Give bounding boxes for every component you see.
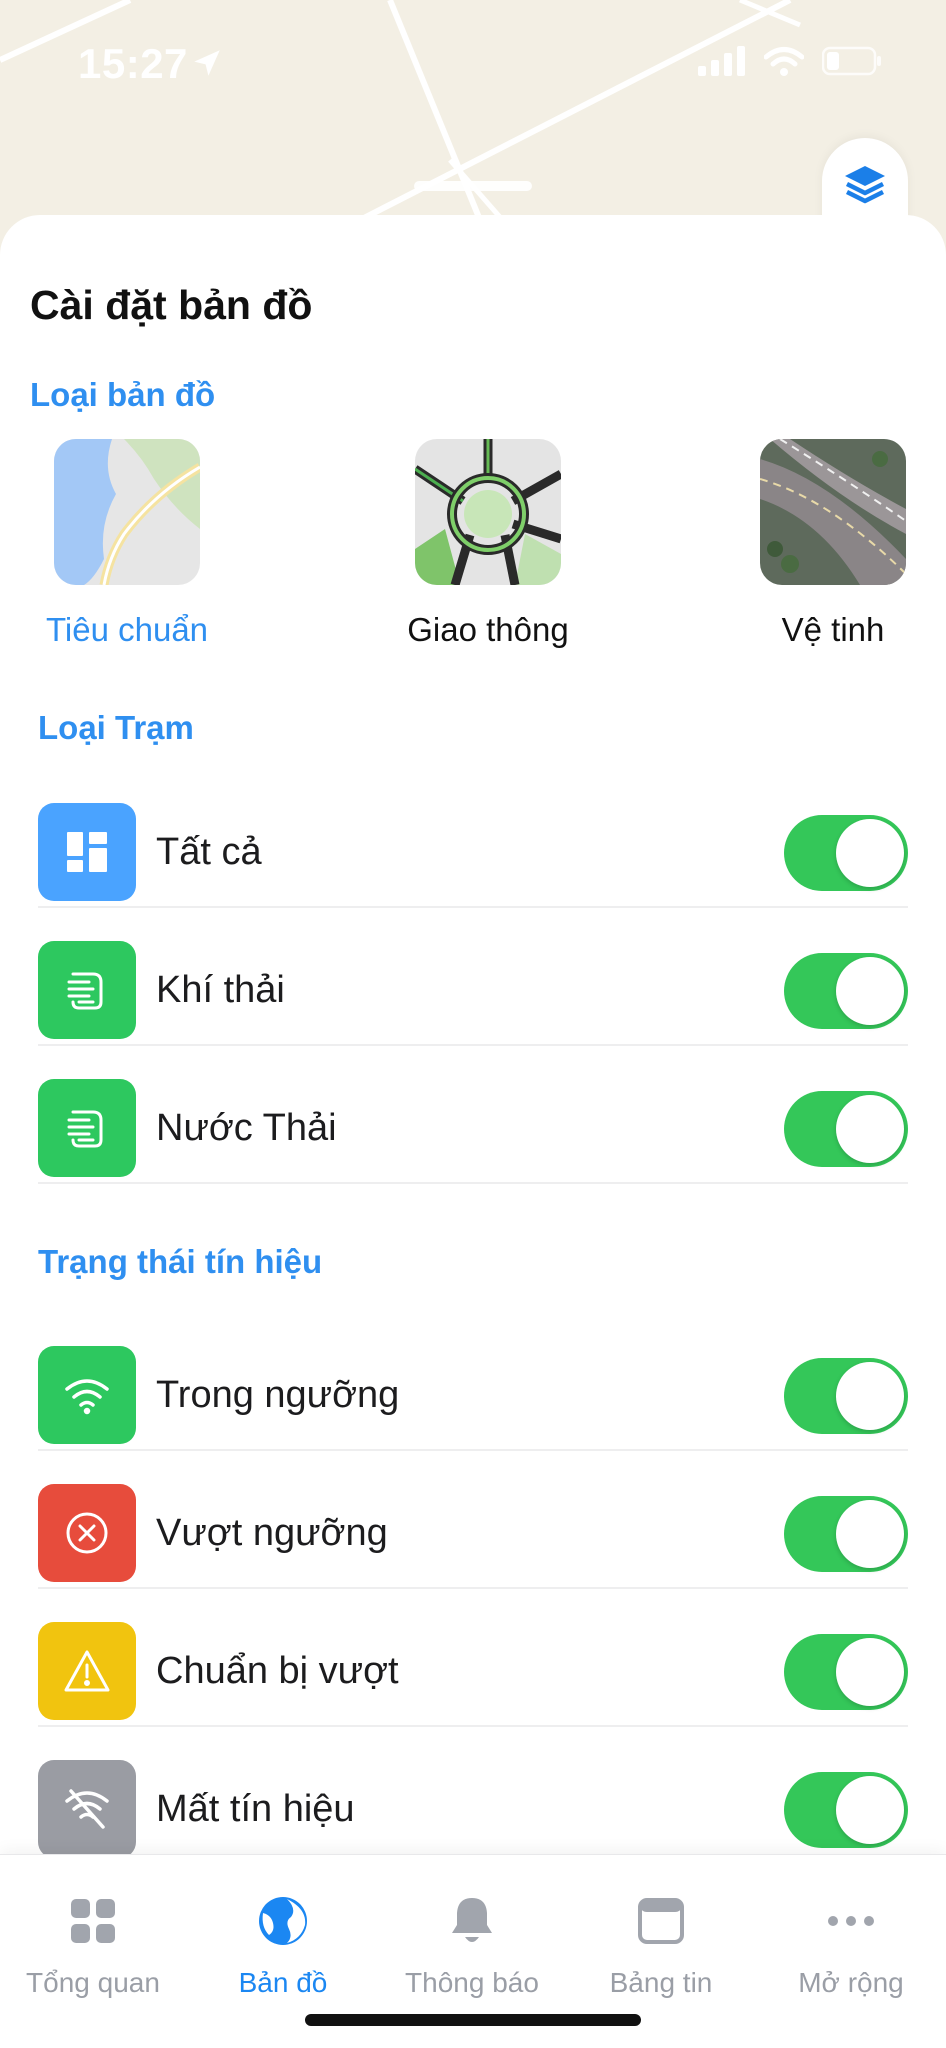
home-indicator[interactable] — [305, 2014, 641, 2026]
map-type-section-label: Loại bản đồ — [30, 376, 216, 413]
row-label: Mất tín hiệu — [156, 1788, 355, 1830]
map-type-label: Vệ tinh — [781, 611, 885, 648]
signal-status-section-label: Trạng thái tín hiệu — [38, 1243, 323, 1280]
row-label: Chuẩn bị vượt — [156, 1650, 399, 1692]
wastewater-icon — [38, 1079, 136, 1177]
layers-icon — [841, 160, 889, 213]
grid-icon — [0, 1893, 188, 1949]
map-type-standard[interactable]: Tiêu chuẩn — [27, 439, 227, 649]
tab-more[interactable]: Mở rộng — [756, 1893, 946, 1999]
map-type-traffic[interactable]: Giao thông — [388, 439, 588, 649]
row-label: Vượt ngưỡng — [156, 1512, 388, 1554]
tab-label: Mở rộng — [798, 1967, 904, 1998]
dashboard-icon — [38, 803, 136, 901]
cellular-signal-icon — [698, 46, 746, 81]
row-label: Nước Thải — [156, 1107, 337, 1149]
row-label: Tất cả — [156, 831, 262, 873]
tab-newsfeed[interactable]: Bảng tin — [566, 1893, 756, 1999]
globe-icon — [188, 1893, 378, 1949]
standard-map-thumbnail — [54, 439, 200, 585]
status-time: 15:27 — [78, 40, 188, 87]
map-settings-sheet: Cài đặt bản đồ Loại bản đồ Tiêu chuẩn Gi… — [0, 215, 946, 2048]
bell-icon — [377, 1893, 567, 1949]
browser-icon — [566, 1893, 756, 1949]
tab-label: Bảng tin — [609, 1967, 713, 1998]
signal-row-signal-lost: Mất tín hiệu — [38, 1726, 908, 1864]
map-type-label: Tiêu chuẩn — [45, 611, 209, 648]
station-type-row-all: Tất cả — [38, 769, 908, 908]
traffic-map-thumbnail — [415, 439, 561, 585]
more-icon — [756, 1893, 946, 1949]
status-indicators — [698, 46, 882, 81]
signal-row-near-threshold: Chuẩn bị vượt — [38, 1588, 908, 1727]
status-bar: 15:27 — [0, 0, 946, 120]
station-type-row-wastewater: Nước Thải — [38, 1045, 908, 1184]
tab-label: Thông báo — [405, 1967, 539, 1998]
toggle-switch[interactable] — [784, 815, 908, 891]
station-type-section-label: Loại Trạm — [38, 709, 194, 746]
row-label: Trong ngưỡng — [156, 1374, 400, 1416]
tab-label: Tổng quan — [26, 1967, 160, 1998]
signal-row-within-threshold: Trong ngưỡng — [38, 1312, 908, 1451]
map-type-satellite[interactable]: Vệ tinh — [733, 439, 933, 649]
wifi-off-icon — [38, 1760, 136, 1858]
signal-row-over-threshold: Vượt ngưỡng — [38, 1450, 908, 1589]
toggle-switch[interactable] — [784, 1358, 908, 1434]
station-type-row-emission: Khí thải — [38, 907, 908, 1046]
wifi-status-icon — [763, 46, 805, 81]
row-label: Khí thải — [156, 969, 285, 1011]
toggle-switch[interactable] — [784, 1091, 908, 1167]
warning-icon — [38, 1622, 136, 1720]
toggle-switch[interactable] — [784, 1634, 908, 1710]
battery-icon — [821, 46, 882, 81]
emission-icon — [38, 941, 136, 1039]
tab-label: Bản đồ — [238, 1967, 328, 1998]
toggle-switch[interactable] — [784, 953, 908, 1029]
sheet-grabber[interactable] — [414, 181, 532, 191]
wifi-icon — [38, 1346, 136, 1444]
toggle-switch[interactable] — [784, 1496, 908, 1572]
tab-notifications[interactable]: Thông báo — [377, 1893, 567, 1999]
toggle-switch[interactable] — [784, 1772, 908, 1848]
satellite-map-thumbnail — [760, 439, 906, 585]
close-circle-icon — [38, 1484, 136, 1582]
tab-map[interactable]: Bản đồ — [188, 1893, 378, 1999]
map-type-label: Giao thông — [407, 611, 569, 648]
sheet-title: Cài đặt bản đồ — [30, 282, 313, 328]
tab-overview[interactable]: Tổng quan — [0, 1893, 188, 1999]
divider — [38, 1182, 908, 1184]
location-arrow-icon — [190, 46, 224, 85]
